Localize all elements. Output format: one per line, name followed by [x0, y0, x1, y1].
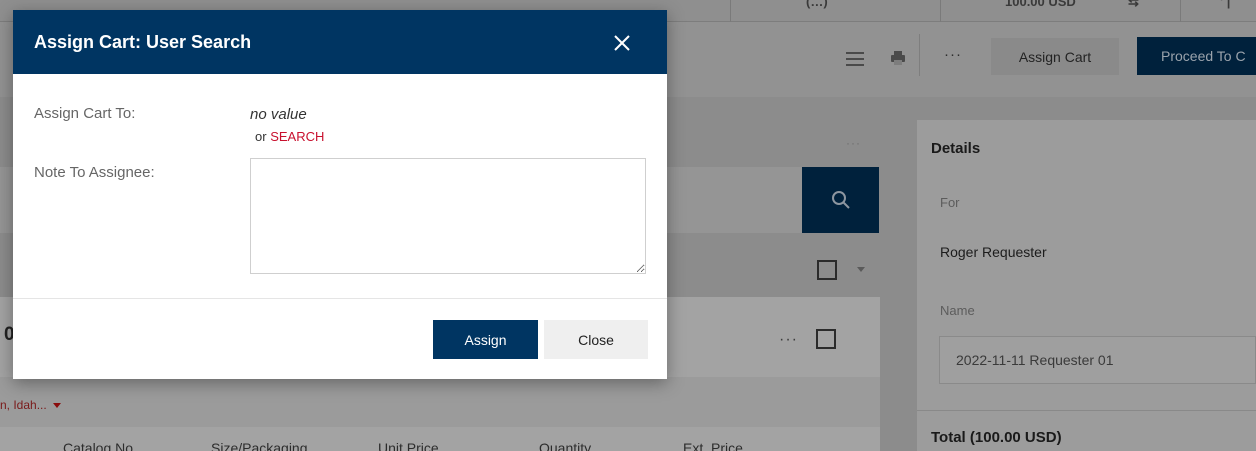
- assign-button[interactable]: Assign: [433, 320, 538, 359]
- details-divider: [917, 410, 1256, 411]
- details-panel: [917, 120, 1256, 451]
- topbar-far-text: ' |: [1220, 0, 1231, 9]
- topbar-amount: 100.00 USD: [1005, 0, 1076, 9]
- proceed-to-checkout-button[interactable]: Proceed To C: [1137, 37, 1256, 75]
- more-actions-button[interactable]: ···: [944, 46, 962, 63]
- cart-search-button[interactable]: [802, 167, 879, 233]
- cart-total: Total (100.00 USD): [931, 429, 1062, 446]
- assign-cart-dialog: Assign Cart: User Search Assign Cart To:…: [13, 10, 667, 379]
- search-icon: [831, 191, 850, 209]
- panel-more-button[interactable]: ···: [846, 136, 861, 150]
- close-icon[interactable]: [611, 32, 633, 54]
- cart-name-value: 2022-11-11 Requester 01: [956, 352, 1114, 368]
- select-all-checkbox[interactable]: [817, 260, 837, 280]
- close-button[interactable]: Close: [544, 320, 648, 359]
- search-user-link[interactable]: SEARCH: [270, 129, 324, 144]
- dialog-title: Assign Cart: User Search: [34, 32, 252, 52]
- assign-cart-button[interactable]: Assign Cart: [991, 38, 1119, 75]
- supplier-more-button[interactable]: ···: [779, 331, 798, 349]
- cart-icon[interactable]: ⇆: [1128, 0, 1139, 10]
- note-label: Note To Assignee:: [34, 164, 155, 181]
- column-header: Size/Packaging: [211, 440, 308, 451]
- ship-to-dropdown[interactable]: n, Idah...: [0, 398, 61, 412]
- assign-to-value: no value: [250, 106, 307, 123]
- toolbar-divider: [919, 34, 920, 76]
- dialog-footer-divider: [13, 298, 667, 299]
- assign-to-label: Assign Cart To:: [34, 105, 136, 122]
- topbar-divider: [730, 0, 731, 22]
- name-label: Name: [940, 303, 975, 318]
- supplier-checkbox[interactable]: [816, 329, 836, 349]
- chevron-down-icon: [52, 402, 61, 408]
- ship-to-label: n, Idah...: [0, 398, 47, 412]
- for-label: For: [940, 195, 960, 210]
- supplier-card-band: [0, 377, 880, 427]
- printer-icon[interactable]: [890, 50, 906, 66]
- column-header: Ext. Price: [683, 440, 743, 451]
- details-title: Details: [931, 140, 981, 157]
- chevron-down-icon[interactable]: [857, 267, 865, 272]
- topbar-divider: [1180, 0, 1181, 22]
- column-header: Quantity: [539, 440, 592, 451]
- for-value: Roger Requester: [940, 244, 1047, 260]
- column-header: Unit Price: [378, 440, 439, 451]
- or-text: or: [255, 129, 267, 144]
- search-user-link-row: or SEARCH: [255, 129, 324, 144]
- topbar-divider: [940, 0, 941, 22]
- column-header: Catalog No.: [63, 440, 137, 451]
- hamburger-icon[interactable]: [846, 52, 864, 66]
- note-to-assignee-field[interactable]: [250, 158, 646, 274]
- dialog-header: Assign Cart: User Search: [13, 10, 667, 74]
- topbar-left-text: (…): [806, 0, 828, 9]
